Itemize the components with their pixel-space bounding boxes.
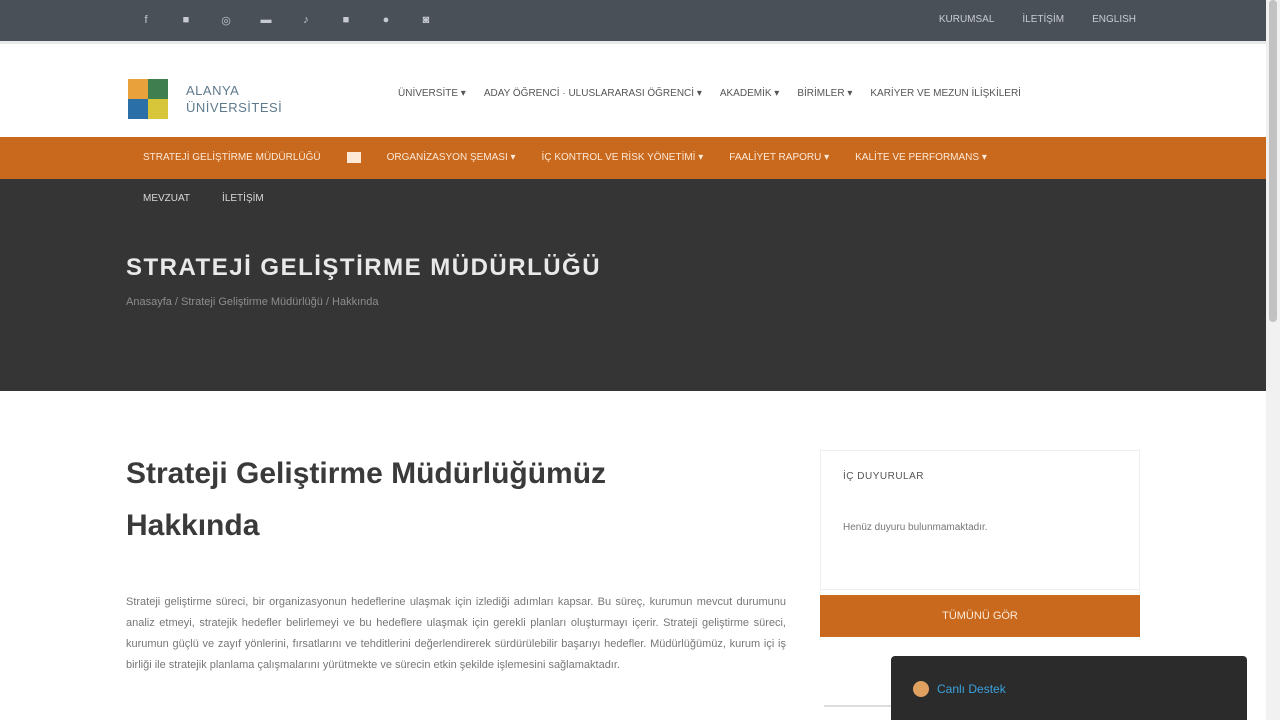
nav-birimler[interactable]: BİRİMLER ▾	[797, 88, 852, 99]
page-title: STRATEJİ GELİŞTİRME MÜDÜRLÜĞÜ	[126, 254, 602, 281]
linkedin-icon[interactable]: ■	[338, 12, 354, 28]
facebook-icon[interactable]: f	[138, 12, 154, 28]
unit-nav-title[interactable]: STRATEJİ GELİŞTİRME MÜDÜRLÜĞÜ	[143, 152, 321, 163]
logo-text[interactable]: ALANYA ÜNİVERSİTESİ	[186, 82, 282, 116]
top-links: KURUMSAL İLETİŞİM ENGLISH	[939, 14, 1136, 25]
chat-label[interactable]: Canlı Destek	[937, 682, 1006, 696]
view-all-button[interactable]: TÜMÜNÜ GÖR	[820, 595, 1140, 637]
home-icon[interactable]	[346, 152, 361, 163]
unit-nav-faaliyet[interactable]: FAALİYET RAPORU ▾	[729, 152, 829, 163]
main-nav: ÜNİVERSİTE ▾ ADAY ÖĞRENCİ · ULUSLARARASI…	[398, 88, 1021, 99]
page-hero: MEVZUAT İLETİŞİM STRATEJİ GELİŞTİRME MÜD…	[0, 179, 1266, 391]
top-link-iletisim[interactable]: İLETİŞİM	[1022, 14, 1064, 25]
subnav-mevzuat[interactable]: MEVZUAT	[143, 193, 190, 204]
nav-universite[interactable]: ÜNİVERSİTE ▾	[398, 88, 466, 99]
nav-aday-ogrenci[interactable]: ADAY ÖĞRENCİ · ULUSLARARASI ÖĞRENCİ ▾	[484, 88, 702, 99]
top-bar: f ■ ◎ ▬ ♪ ■ ● ◙ KURUMSAL İLETİŞİM ENGLIS…	[0, 0, 1266, 41]
page-scrollbar[interactable]	[1266, 0, 1280, 720]
top-link-kurumsal[interactable]: KURUMSAL	[939, 14, 995, 25]
pinterest-icon[interactable]: ●	[378, 12, 394, 28]
instagram-icon[interactable]: ◎	[218, 12, 234, 28]
unit-nav-organizasyon[interactable]: ORGANİZASYON ŞEMASI ▾	[387, 152, 516, 163]
logo-line-1: ALANYA	[186, 83, 240, 98]
sidebar: İÇ DUYURULAR Henüz duyuru bulunmamaktadı…	[820, 450, 1140, 637]
logo-quadrant	[148, 79, 168, 99]
announcements-text: Henüz duyuru bulunmamaktadır.	[843, 522, 988, 533]
sidebar-divider	[824, 705, 894, 707]
announcements-box: İÇ DUYURULAR Henüz duyuru bulunmamaktadı…	[820, 450, 1140, 590]
logo-quadrant	[128, 99, 148, 119]
nav-akademik[interactable]: AKADEMİK ▾	[720, 88, 779, 99]
live-chat-widget[interactable]: Canlı Destek	[891, 656, 1247, 720]
breadcrumb[interactable]: Anasayfa / Strateji Geliştirme Müdürlüğü…	[126, 296, 379, 308]
site-header: ALANYA ÜNİVERSİTESİ ÜNİVERSİTE ▾ ADAY ÖĞ…	[0, 41, 1266, 137]
top-link-english[interactable]: ENGLISH	[1092, 14, 1136, 25]
scrollbar-thumb[interactable]	[1269, 0, 1277, 322]
twitter-icon[interactable]: ■	[178, 12, 194, 28]
university-logo[interactable]	[128, 79, 168, 119]
tiktok-icon[interactable]: ♪	[298, 12, 314, 28]
logo-quadrant	[128, 79, 148, 99]
content-heading: Strateji Geliştirme Müdürlüğümüz Hakkınd…	[126, 448, 786, 552]
social-links: f ■ ◎ ▬ ♪ ■ ● ◙	[138, 12, 434, 28]
content-paragraph: Strateji geliştirme süreci, bir organiza…	[126, 596, 786, 671]
logo-quadrant	[148, 99, 168, 119]
content-heading-line-1: Strateji Geliştirme Müdürlüğümüz	[126, 457, 607, 490]
chat-avatar-icon	[913, 681, 929, 697]
unit-nav: STRATEJİ GELİŞTİRME MÜDÜRLÜĞÜ ORGANİZASY…	[0, 137, 1266, 179]
announcements-title: İÇ DUYURULAR	[843, 471, 925, 482]
nav-kariyer[interactable]: KARİYER VE MEZUN İLİŞKİLERİ	[870, 88, 1021, 99]
logo-line-2: ÜNİVERSİTESİ	[186, 100, 283, 115]
unit-nav-ic-kontrol[interactable]: İÇ KONTROL VE RİSK YÖNETİMİ ▾	[542, 152, 704, 163]
unit-nav-kalite[interactable]: KALİTE VE PERFORMANS ▾	[855, 152, 987, 163]
content-heading-line-2: Hakkında	[126, 509, 260, 542]
youtube-icon[interactable]: ▬	[258, 12, 274, 28]
hero-subnav: MEVZUAT İLETİŞİM	[143, 193, 264, 204]
subnav-iletisim[interactable]: İLETİŞİM	[222, 193, 264, 204]
rss-icon[interactable]: ◙	[418, 12, 434, 28]
main-content: Strateji Geliştirme Müdürlüğümüz Hakkınd…	[126, 448, 786, 676]
